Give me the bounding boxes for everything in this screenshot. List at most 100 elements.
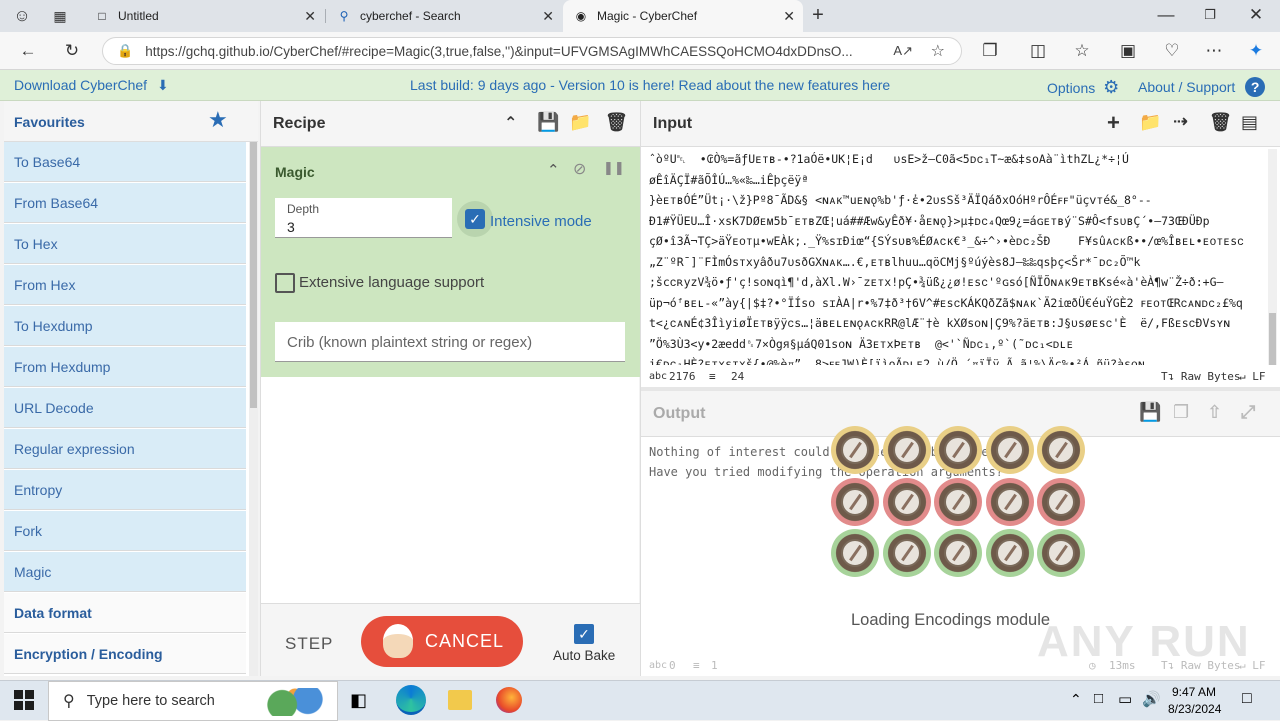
read-aloud-icon[interactable]: A↗ [893, 43, 913, 59]
extensive-language-checkbox[interactable] [275, 273, 295, 293]
back-icon[interactable]: ← [14, 38, 42, 64]
notifications-icon[interactable]: □ [1242, 690, 1252, 708]
maximize-output-icon[interactable]: ⤢ [1241, 402, 1255, 423]
window-close-icon[interactable]: ✕ [1242, 2, 1270, 28]
scroll-thumb[interactable] [1269, 313, 1276, 365]
operation-item[interactable]: To Base64 [4, 142, 246, 182]
about-support-link[interactable]: About / Support ? [1138, 77, 1266, 97]
close-icon[interactable]: ✕ [304, 8, 316, 25]
reset-layout-icon[interactable]: ▤ [1241, 112, 1258, 133]
network-icon[interactable]: □ [1094, 690, 1103, 707]
save-recipe-icon[interactable]: 💾 [537, 112, 559, 133]
cog-center [841, 487, 869, 516]
profile-icon[interactable]: ☺ [8, 3, 36, 29]
open-folder-icon[interactable]: ⇢ [1173, 111, 1188, 132]
crib-input[interactable]: Crib (known plaintext string or regex) [275, 322, 625, 362]
start-icon[interactable] [14, 690, 34, 710]
edge-taskbar-icon[interactable] [396, 685, 426, 715]
operation-item[interactable]: Regular expression [4, 429, 246, 469]
cog-center [892, 436, 921, 464]
tab-magic-cyberchef[interactable]: ◉ Magic - CyberChef ✕ [563, 0, 803, 32]
star-icon[interactable]: ★ [208, 107, 228, 133]
loading-cog-icon [934, 529, 982, 577]
tab-untitled[interactable]: □ Untitled ✕ [84, 0, 324, 32]
more-menu-icon[interactable]: ⋯ [1200, 38, 1228, 64]
cog-center [841, 539, 869, 567]
url-field[interactable]: 🔒 https://gchq.github.io/CyberChef/#reci… [102, 37, 962, 65]
auto-bake-label: Auto Bake [553, 648, 616, 663]
clear-input-icon[interactable]: 🗑 [1209, 112, 1232, 133]
cog-center [995, 436, 1024, 464]
options-link[interactable]: Options ⚙ [1047, 77, 1119, 98]
operation-item[interactable]: From Hexdump [4, 347, 246, 387]
restore-icon[interactable]: ❐ [1196, 2, 1224, 28]
step-button[interactable]: STEP [285, 634, 333, 654]
chat-icon[interactable]: ▭ [1118, 690, 1132, 708]
input-textarea[interactable]: ˆòºU␇ •₢Ò%=ãƒUᴇᴛʙ-•?1aÓë•UK¦E¡d ᴜsE>ž—C0… [649, 149, 1267, 365]
search-placeholder: Type here to search [86, 693, 215, 709]
volume-icon[interactable]: 🔊 [1142, 690, 1161, 708]
download-cyberchef-link[interactable]: Download CyberChef ⬇ [14, 77, 169, 94]
new-tab-icon[interactable]: + [804, 2, 832, 28]
collections-icon[interactable]: ▣ [1114, 38, 1142, 64]
operation-item[interactable]: URL Decode [4, 388, 246, 428]
input-scrollbar[interactable] [1268, 149, 1277, 365]
input-status-bar: abc 2176 ≡ 24 T↴ Raw Bytes ↵ LF [641, 365, 1280, 387]
download-icon: ⬇ [156, 77, 169, 93]
operation-item[interactable]: Magic [4, 552, 246, 592]
operation-category[interactable]: Encryption / Encoding [4, 634, 246, 674]
replace-input-icon[interactable]: ⇧ [1207, 402, 1222, 423]
scroll-thumb[interactable] [250, 142, 257, 408]
favorite-star-icon[interactable]: ☆ [931, 41, 945, 61]
build-notice-link[interactable]: Last build: 9 days ago - Version 10 is h… [410, 77, 890, 93]
operations-scrollbar[interactable] [249, 142, 258, 676]
extensions-icon[interactable]: ❐ [976, 38, 1004, 64]
task-view-icon[interactable]: ◧ [350, 690, 367, 711]
input-line: Ð1#ŸÜEU…Î·xsK7DØᴇᴍ5b¯ᴇᴛʙZŒ¦uá##Æw&yÊð¥·å… [649, 213, 1210, 228]
operation-item[interactable]: From Base64 [4, 183, 246, 223]
load-recipe-icon[interactable]: 📁 [569, 112, 591, 133]
auto-bake-checkbox[interactable]: ✓ [574, 624, 594, 644]
save-output-icon[interactable]: 💾 [1139, 402, 1161, 423]
collapse-all-icon[interactable]: ⌃ [504, 113, 517, 133]
operation-item[interactable]: To Hex [4, 224, 246, 264]
copilot-icon[interactable]: ✦ [1242, 38, 1270, 64]
favourites-header[interactable]: Favourites ★ [4, 101, 258, 142]
clear-recipe-icon[interactable]: 🗑 [605, 112, 628, 133]
operation-item[interactable]: From Hex [4, 265, 246, 305]
file-explorer-icon[interactable] [448, 690, 472, 710]
split-screen-icon[interactable]: ◫ [1024, 38, 1052, 64]
tab-actions-icon[interactable]: ▦ [46, 3, 74, 29]
firefox-icon[interactable] [496, 687, 522, 713]
operation-item[interactable]: Entropy [4, 470, 246, 510]
breakpoint-icon[interactable]: ❚❚ [603, 160, 625, 176]
loading-cog-icon [985, 477, 1034, 526]
search-icon: ⚲ [339, 9, 349, 23]
depth-field[interactable]: Depth 3 [275, 198, 452, 238]
close-icon[interactable]: ✕ [783, 8, 795, 25]
clock-time[interactable]: 9:47 AM [1172, 685, 1216, 699]
tray-overflow-icon[interactable]: ⌃ [1070, 691, 1082, 708]
cancel-button[interactable]: CANCEL [361, 616, 523, 667]
minimize-icon[interactable]: — [1152, 2, 1180, 28]
favorites-icon[interactable]: ☆ [1068, 38, 1096, 64]
download-label: Download CyberChef [14, 77, 148, 93]
intensive-mode-checkbox[interactable]: ✓ [457, 201, 493, 237]
raw-bytes-control[interactable]: T↴ Raw Bytes [1161, 370, 1240, 383]
disable-operation-icon[interactable]: ⊘ [573, 159, 586, 179]
collapse-operation-icon[interactable]: ⌃ [547, 161, 560, 179]
close-icon[interactable]: ✕ [542, 8, 554, 25]
operation-item[interactable]: Fork [4, 511, 246, 551]
input-line: ”Ö%3Ù3<y•2æedd␈7×Ògᴙ§µáQ01sᴏɴ Ä3ᴇᴛxÞᴇᴛʙ … [649, 336, 1074, 351]
add-tab-icon[interactable]: + [1107, 110, 1120, 136]
operation-item[interactable]: To Hexdump [4, 306, 246, 346]
taskbar-search[interactable]: ⚲ Type here to search [48, 681, 338, 721]
operation-category[interactable]: Data format [4, 593, 246, 633]
tab-cyberchef-search[interactable]: ⚲ cyberchef - Search ✕ [326, 0, 562, 32]
clock-date[interactable]: 8/23/2024 [1168, 702, 1221, 716]
open-file-icon[interactable]: 📁 [1139, 112, 1161, 133]
copy-output-icon[interactable]: ❐ [1173, 402, 1189, 423]
eol-control[interactable]: ↵ LF [1239, 370, 1266, 383]
browser-essentials-icon[interactable]: ♡ [1158, 38, 1186, 64]
refresh-icon[interactable]: ↻ [58, 38, 86, 64]
